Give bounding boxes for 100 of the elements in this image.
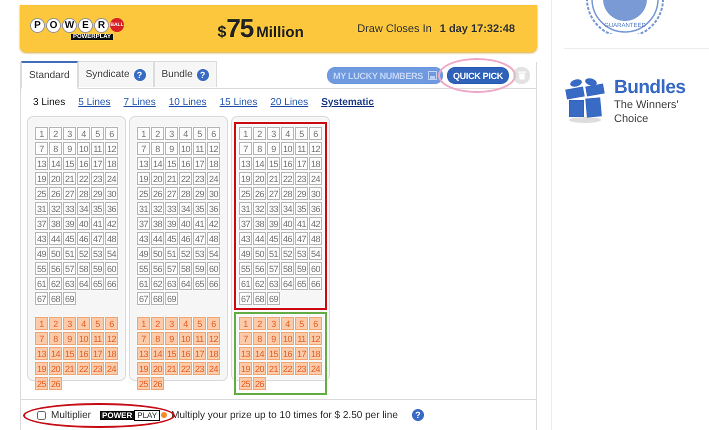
number-cell[interactable]: 19 <box>239 362 252 375</box>
number-cell[interactable]: 26 <box>49 377 62 390</box>
number-cell[interactable]: 46 <box>77 232 90 245</box>
number-cell[interactable]: 24 <box>105 172 118 185</box>
number-cell[interactable]: 52 <box>281 247 294 260</box>
number-cell[interactable]: 15 <box>267 157 280 170</box>
number-cell[interactable]: 32 <box>49 202 62 215</box>
number-cell[interactable]: 9 <box>165 332 178 345</box>
number-cell[interactable]: 56 <box>49 262 62 275</box>
number-cell[interactable]: 5 <box>295 317 308 330</box>
number-cell[interactable]: 19 <box>137 362 150 375</box>
number-cell[interactable]: 51 <box>267 247 280 260</box>
number-cell[interactable]: 15 <box>165 347 178 360</box>
number-cell[interactable]: 11 <box>193 332 206 345</box>
number-cell[interactable]: 42 <box>207 217 220 230</box>
number-cell[interactable]: 19 <box>35 362 48 375</box>
number-cell[interactable]: 54 <box>207 247 220 260</box>
number-cell[interactable]: 3 <box>165 317 178 330</box>
number-cell[interactable]: 30 <box>207 187 220 200</box>
number-cell[interactable]: 16 <box>77 347 90 360</box>
number-cell[interactable]: 62 <box>151 277 164 290</box>
number-cell[interactable]: 32 <box>151 202 164 215</box>
number-cell[interactable]: 2 <box>253 317 266 330</box>
number-cell[interactable]: 26 <box>49 187 62 200</box>
number-cell[interactable]: 2 <box>253 127 266 140</box>
number-cell[interactable]: 69 <box>63 292 76 305</box>
number-cell[interactable]: 41 <box>91 217 104 230</box>
help-icon[interactable]: ? <box>134 68 146 80</box>
number-cell[interactable]: 16 <box>77 157 90 170</box>
number-cell[interactable]: 40 <box>281 217 294 230</box>
number-cell[interactable]: 17 <box>193 157 206 170</box>
number-cell[interactable]: 56 <box>151 262 164 275</box>
number-cell[interactable]: 41 <box>193 217 206 230</box>
number-cell[interactable]: 65 <box>193 277 206 290</box>
number-cell[interactable]: 20 <box>151 172 164 185</box>
number-cell[interactable]: 33 <box>63 202 76 215</box>
number-cell[interactable]: 61 <box>35 277 48 290</box>
number-cell[interactable]: 43 <box>35 232 48 245</box>
tab[interactable]: Standard <box>21 61 78 89</box>
number-cell[interactable]: 2 <box>151 127 164 140</box>
number-cell[interactable]: 7 <box>35 332 48 345</box>
number-cell[interactable]: 16 <box>179 347 192 360</box>
number-cell[interactable]: 21 <box>165 362 178 375</box>
number-cell[interactable]: 5 <box>91 127 104 140</box>
number-cell[interactable]: 18 <box>309 347 322 360</box>
number-cell[interactable]: 1 <box>137 317 150 330</box>
number-cell[interactable]: 25 <box>137 377 150 390</box>
number-cell[interactable]: 50 <box>151 247 164 260</box>
number-cell[interactable]: 48 <box>309 232 322 245</box>
number-cell[interactable]: 44 <box>49 232 62 245</box>
number-cell[interactable]: 55 <box>137 262 150 275</box>
number-cell[interactable]: 37 <box>239 217 252 230</box>
number-cell[interactable]: 59 <box>295 262 308 275</box>
number-cell[interactable]: 60 <box>309 262 322 275</box>
number-cell[interactable]: 58 <box>281 262 294 275</box>
number-cell[interactable]: 9 <box>267 332 280 345</box>
number-cell[interactable]: 16 <box>281 157 294 170</box>
number-cell[interactable]: 1 <box>137 127 150 140</box>
number-cell[interactable]: 58 <box>77 262 90 275</box>
number-cell[interactable]: 26 <box>151 377 164 390</box>
number-cell[interactable]: 39 <box>63 217 76 230</box>
number-cell[interactable]: 59 <box>91 262 104 275</box>
number-cell[interactable]: 40 <box>77 217 90 230</box>
number-cell[interactable]: 47 <box>91 232 104 245</box>
number-cell[interactable]: 17 <box>295 157 308 170</box>
number-cell[interactable]: 64 <box>77 277 90 290</box>
number-cell[interactable]: 17 <box>295 347 308 360</box>
number-cell[interactable]: 5 <box>193 127 206 140</box>
number-cell[interactable]: 31 <box>137 202 150 215</box>
number-cell[interactable]: 33 <box>165 202 178 215</box>
number-cell[interactable]: 2 <box>49 317 62 330</box>
number-cell[interactable]: 23 <box>91 362 104 375</box>
number-cell[interactable]: 49 <box>239 247 252 260</box>
number-cell[interactable]: 18 <box>207 157 220 170</box>
number-cell[interactable]: 15 <box>165 157 178 170</box>
number-cell[interactable]: 7 <box>137 142 150 155</box>
number-cell[interactable]: 8 <box>49 142 62 155</box>
number-cell[interactable]: 37 <box>137 217 150 230</box>
number-cell[interactable]: 53 <box>91 247 104 260</box>
number-cell[interactable]: 52 <box>77 247 90 260</box>
number-cell[interactable]: 61 <box>239 277 252 290</box>
number-cell[interactable]: 39 <box>267 217 280 230</box>
number-cell[interactable]: 25 <box>239 377 252 390</box>
number-cell[interactable]: 49 <box>137 247 150 260</box>
lines-link[interactable]: 3 Lines <box>33 97 66 108</box>
number-cell[interactable]: 29 <box>91 187 104 200</box>
number-cell[interactable]: 16 <box>281 347 294 360</box>
number-cell[interactable]: 5 <box>193 317 206 330</box>
number-cell[interactable]: 55 <box>35 262 48 275</box>
help-icon[interactable]: ? <box>412 409 424 421</box>
number-cell[interactable]: 29 <box>193 187 206 200</box>
number-cell[interactable]: 15 <box>63 157 76 170</box>
number-cell[interactable]: 50 <box>253 247 266 260</box>
number-cell[interactable]: 8 <box>253 332 266 345</box>
number-cell[interactable]: 15 <box>267 347 280 360</box>
number-cell[interactable]: 10 <box>179 332 192 345</box>
number-cell[interactable]: 4 <box>281 317 294 330</box>
number-cell[interactable]: 21 <box>63 362 76 375</box>
number-cell[interactable]: 40 <box>179 217 192 230</box>
number-cell[interactable]: 46 <box>179 232 192 245</box>
